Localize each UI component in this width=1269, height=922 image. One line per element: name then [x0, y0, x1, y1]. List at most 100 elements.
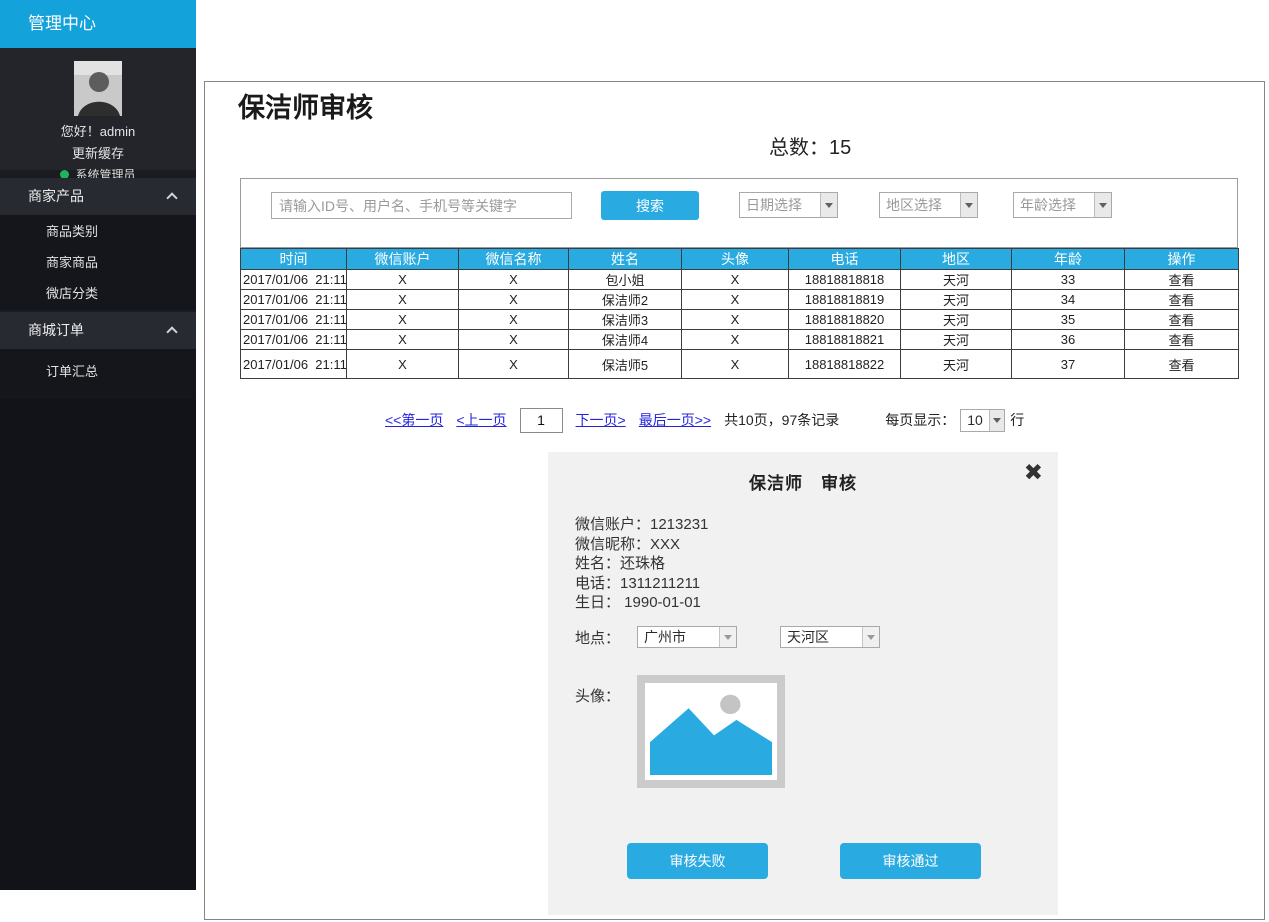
review-modal: 保洁师 审核 ✖ 微信账户：1213231微信昵称：XXX姓名：还珠格电话：13…	[548, 452, 1058, 915]
page-number-input[interactable]	[520, 408, 563, 433]
table-cell: X	[682, 310, 789, 330]
table-cell: 2017/01/06 21:11	[241, 330, 347, 350]
table-cell: X	[347, 310, 459, 330]
column-header: 电话	[789, 249, 901, 270]
first-page-link[interactable]: <<第一页	[385, 410, 443, 430]
location-label: 地点：	[575, 627, 637, 648]
location-row: 地点： 广州市 天河区	[575, 626, 880, 648]
chevron-up-icon	[166, 326, 177, 337]
table-row: 2017/01/06 21:11XX保洁师4X18818818821天河36查看	[241, 330, 1239, 350]
reject-button[interactable]: 审核失败	[627, 843, 768, 879]
chevron-down-icon	[820, 193, 837, 217]
table-cell: 18818818822	[789, 350, 901, 379]
sidebar-item-order-summary[interactable]: 订单汇总	[0, 349, 196, 395]
menu-label: 商城订单	[28, 322, 84, 338]
table-cell: 天河	[901, 270, 1012, 290]
view-link[interactable]: 查看	[1125, 350, 1239, 379]
search-input[interactable]	[271, 192, 572, 219]
sidebar-item-product-category[interactable]: 商品类别	[0, 216, 196, 247]
table-cell: 33	[1012, 270, 1125, 290]
submenu-merchant-products: 商品类别 商家商品 微店分类	[0, 215, 196, 310]
age-filter-dropdown[interactable]: 年龄选择	[1013, 192, 1112, 218]
detail-field: 姓名：还珠格	[575, 554, 708, 574]
table-cell: 保洁师5	[569, 350, 682, 379]
district-dropdown[interactable]: 天河区	[780, 626, 880, 648]
table-cell: X	[459, 290, 569, 310]
table-head-row: 时间微信账户微信名称姓名头像电话地区年龄操作	[241, 249, 1239, 270]
region-filter-dropdown[interactable]: 地区选择	[879, 192, 978, 218]
chevron-down-icon	[960, 193, 977, 217]
view-link[interactable]: 查看	[1125, 310, 1239, 330]
table-row: 2017/01/06 21:11XX保洁师3X18818818820天河35查看	[241, 310, 1239, 330]
column-header: 时间	[241, 249, 347, 270]
column-header: 姓名	[569, 249, 682, 270]
column-header: 地区	[901, 249, 1012, 270]
table-cell: 2017/01/06 21:11	[241, 270, 347, 290]
table-cell: X	[347, 290, 459, 310]
table-cell: 34	[1012, 290, 1125, 310]
table-cell: X	[459, 270, 569, 290]
search-button[interactable]: 搜索	[601, 191, 699, 220]
city-dropdown[interactable]: 广州市	[637, 626, 737, 648]
prev-page-link[interactable]: <上一页	[456, 410, 506, 430]
per-page-dropdown[interactable]: 10	[960, 409, 1005, 432]
page-summary: 共10页，97条记录	[724, 410, 839, 430]
per-page-value: 10	[961, 410, 989, 431]
view-link[interactable]: 查看	[1125, 290, 1239, 310]
table-cell: 保洁师2	[569, 290, 682, 310]
table-body: 2017/01/06 21:11XX包小姐X18818818818天河33查看2…	[241, 270, 1239, 379]
table-cell: 天河	[901, 350, 1012, 379]
avatar-image-placeholder	[637, 675, 785, 788]
refresh-cache-link[interactable]: 更新缓存	[0, 143, 196, 162]
avatar	[74, 61, 122, 116]
table-cell: 35	[1012, 310, 1125, 330]
district-value: 天河区	[781, 627, 862, 647]
view-link[interactable]: 查看	[1125, 270, 1239, 290]
filter-bar: 搜索 日期选择 地区选择 年龄选择	[240, 178, 1238, 248]
greeting-text: 您好！admin	[0, 121, 196, 140]
sidebar-item-merchant-goods[interactable]: 商家商品	[0, 247, 196, 278]
sidebar-item-microstore-category[interactable]: 微店分类	[0, 278, 196, 309]
table-head: 时间微信账户微信名称姓名头像电话地区年龄操作	[241, 249, 1239, 270]
table-cell: 2017/01/06 21:11	[241, 350, 347, 379]
table-cell: 保洁师4	[569, 330, 682, 350]
approve-button[interactable]: 审核通过	[840, 843, 981, 879]
person-photo-icon	[74, 61, 122, 116]
table-cell: 2017/01/06 21:11	[241, 290, 347, 310]
table-cell: X	[682, 350, 789, 379]
pagination: <<第一页 <上一页 下一页> 最后一页>> 共10页，97条记录 每页显示： …	[385, 407, 1245, 433]
close-icon[interactable]: ✖	[1024, 461, 1043, 484]
city-value: 广州市	[638, 627, 719, 647]
table-cell: 18818818819	[789, 290, 901, 310]
table-cell: X	[347, 330, 459, 350]
table-cell: 天河	[901, 330, 1012, 350]
sidebar-menu-mall-orders[interactable]: 商城订单	[0, 312, 196, 349]
table-cell: 18818818821	[789, 330, 901, 350]
table-cell: 37	[1012, 350, 1125, 379]
last-page-link[interactable]: 最后一页>>	[639, 410, 711, 430]
chevron-down-icon	[719, 627, 736, 647]
table-row: 2017/01/06 21:11XX保洁师2X18818818819天河34查看	[241, 290, 1239, 310]
table-cell: 保洁师3	[569, 310, 682, 330]
detail-field: 微信昵称：XXX	[575, 535, 708, 555]
table-cell: X	[459, 330, 569, 350]
table-row: 2017/01/06 21:11XX保洁师5X18818818822天河37查看	[241, 350, 1239, 379]
sidebar-menu-merchant-products[interactable]: 商家产品	[0, 178, 196, 215]
app-title-bar: 管理中心	[0, 0, 196, 48]
app-root: 管理中心 您好！admin 更新缓存 系统管理员 商家产品	[0, 0, 1269, 922]
table-row: 2017/01/06 21:11XX包小姐X18818818818天河33查看	[241, 270, 1239, 290]
sidebar-filler	[0, 399, 196, 890]
date-filter-dropdown[interactable]: 日期选择	[739, 192, 838, 218]
view-link[interactable]: 查看	[1125, 330, 1239, 350]
table-cell: X	[347, 270, 459, 290]
detail-field: 微信账户：1213231	[575, 515, 708, 535]
per-page-label: 每页显示：	[885, 410, 955, 430]
table-cell: 包小姐	[569, 270, 682, 290]
table-cell: 天河	[901, 290, 1012, 310]
chevron-down-icon	[862, 627, 879, 647]
table-cell: 天河	[901, 310, 1012, 330]
next-page-link[interactable]: 下一页>	[576, 410, 626, 430]
table-cell: X	[459, 310, 569, 330]
page-title: 保洁师审核	[238, 86, 373, 125]
column-header: 操作	[1125, 249, 1239, 270]
